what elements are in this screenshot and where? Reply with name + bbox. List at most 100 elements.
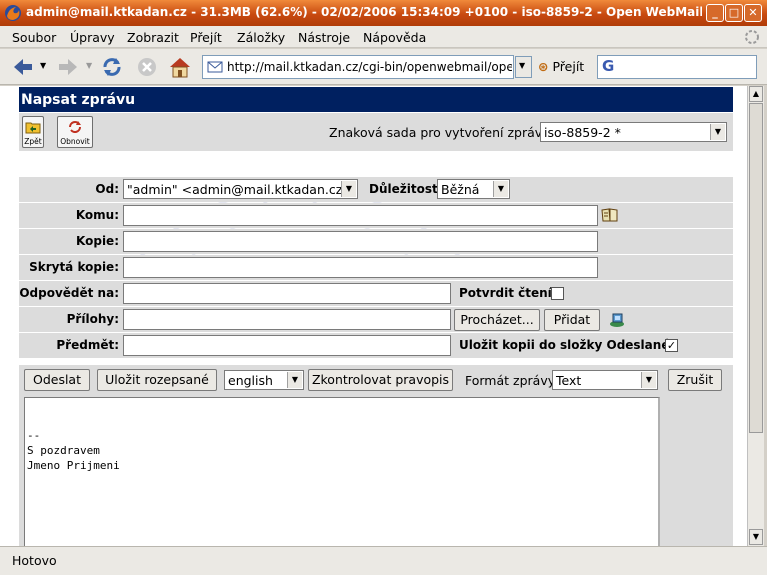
folder-back-icon	[25, 122, 41, 134]
cc-label: Kopie:	[76, 234, 119, 248]
message-body-textarea[interactable]: -- S pozdravem Jmeno Prijmeni	[24, 397, 660, 546]
window-title: admin@mail.ktkadan.cz - 31.3MB (62.6%) -…	[26, 5, 702, 19]
spellcheck-button[interactable]: Zkontrolovat pravopis	[308, 369, 453, 391]
replyto-label: Odpovědět na:	[19, 286, 119, 300]
body-line-name: Jmeno Prijmeni	[27, 459, 120, 472]
forward-arrow-icon[interactable]	[55, 54, 81, 80]
scroll-down-icon[interactable]: ▼	[749, 529, 763, 545]
priority-label: Důležitost:	[369, 182, 443, 196]
page-scrollbar[interactable]: ▲ ▼	[747, 86, 764, 546]
to-input[interactable]	[123, 205, 598, 226]
go-icon: ⊛	[538, 59, 549, 74]
menu-upravy[interactable]: Úpravy	[70, 30, 115, 45]
to-row: Komu:	[19, 203, 733, 228]
back-arrow-icon[interactable]	[10, 54, 36, 80]
replyto-input[interactable]	[123, 283, 451, 304]
minimize-button[interactable]: _	[706, 4, 724, 22]
refresh-tool-button[interactable]: Obnovit	[57, 116, 93, 148]
menu-zobrazit[interactable]: Zobrazit	[127, 30, 179, 45]
window-title-bar: admin@mail.ktkadan.cz - 31.3MB (62.6%) -…	[0, 0, 767, 26]
back-tool-button[interactable]: Zpět	[22, 116, 44, 148]
throbber-icon	[745, 30, 759, 44]
compose-header: Napsat zprávu	[19, 87, 733, 112]
from-select[interactable]: "admin" <admin@mail.ktkadan.cz> ▼	[123, 179, 358, 199]
address-book-icon[interactable]	[601, 207, 619, 223]
replyto-row: Odpovědět na: Potvrdit čtení:	[19, 281, 733, 306]
charset-label: Znaková sada pro vytvoření zprávy:	[329, 125, 553, 140]
go-button[interactable]: ⊛ Přejít	[538, 59, 584, 74]
confirm-read-checkbox[interactable]	[551, 287, 564, 300]
charset-select[interactable]: iso-8859-2 * ▼	[540, 122, 727, 142]
attachments-label: Přílohy:	[66, 312, 119, 326]
confirm-read-label: Potvrdit čtení:	[459, 286, 557, 300]
priority-value: Běžná	[441, 182, 480, 197]
message-body-area: -- S pozdravem Jmeno Prijmeni	[19, 395, 733, 546]
priority-select[interactable]: Běžná ▼	[437, 179, 510, 199]
subject-label: Předmět:	[56, 338, 119, 352]
home-icon[interactable]	[167, 54, 193, 80]
compose-action-bar: Odeslat Uložit rozepsané english ▼ Zkont…	[19, 365, 733, 395]
menu-prejit[interactable]: Přejít	[190, 30, 222, 45]
send-button[interactable]: Odeslat	[24, 369, 90, 391]
cc-input[interactable]	[123, 231, 598, 252]
chevron-down-icon: ▼	[493, 181, 508, 197]
add-attachment-button[interactable]: Přidat	[544, 309, 600, 331]
refresh-icon	[69, 121, 81, 133]
webdisk-icon[interactable]	[608, 311, 626, 329]
format-value: Text	[556, 373, 582, 388]
url-bar[interactable]: http://mail.ktkadan.cz/cgi-bin/openwebma…	[202, 55, 514, 79]
attachment-file-input[interactable]	[123, 309, 451, 330]
menu-napoveda[interactable]: Nápověda	[363, 30, 426, 45]
attachments-row: Přílohy: Procházet... Přidat	[19, 307, 733, 332]
from-label: Od:	[95, 182, 119, 196]
chevron-down-icon: ▼	[519, 61, 526, 70]
page-title: Napsat zprávu	[21, 92, 136, 108]
menu-soubor[interactable]: Soubor	[12, 30, 56, 45]
close-window-button[interactable]: ✕	[744, 4, 762, 22]
bcc-input[interactable]	[123, 257, 598, 278]
subject-row: Předmět: Uložit kopii do složky Odeslané…	[19, 333, 733, 358]
browse-button[interactable]: Procházet...	[454, 309, 540, 331]
to-label: Komu:	[75, 208, 119, 222]
chevron-down-icon: ▼	[341, 181, 356, 197]
save-draft-button[interactable]: Uložit rozepsané	[97, 369, 217, 391]
google-search-icon: G	[602, 57, 615, 75]
url-history-dropdown[interactable]: ▼	[515, 56, 532, 78]
status-text: Hotovo	[12, 553, 57, 568]
firefox-icon	[5, 5, 21, 21]
reload-icon[interactable]	[99, 54, 125, 80]
menu-nastroje[interactable]: Nástroje	[298, 30, 350, 45]
scroll-up-icon[interactable]: ▲	[749, 86, 763, 102]
cc-row: Kopie:	[19, 229, 733, 254]
spell-language-select[interactable]: english ▼	[224, 370, 304, 390]
charset-value: iso-8859-2 *	[544, 125, 621, 140]
chevron-down-icon: ▼	[710, 124, 725, 140]
menu-bar: Soubor Úpravy Zobrazit Přejít Záložky Ná…	[0, 26, 767, 48]
from-value: "admin" <admin@mail.ktkadan.cz>	[127, 182, 353, 197]
spell-language-value: english	[228, 373, 273, 388]
go-label: Přejít	[552, 59, 585, 74]
bcc-row: Skrytá kopie:	[19, 255, 733, 280]
stop-icon[interactable]	[134, 54, 160, 80]
cancel-button[interactable]: Zrušit	[668, 369, 722, 391]
status-bar: Hotovo	[0, 546, 767, 575]
maximize-button[interactable]: □	[725, 4, 743, 22]
search-input[interactable]: G	[597, 55, 757, 79]
subject-input[interactable]	[123, 335, 451, 356]
save-copy-checkbox[interactable]: ✓	[665, 339, 678, 352]
bcc-label: Skrytá kopie:	[29, 260, 119, 274]
page-mail-icon	[207, 61, 223, 73]
body-line-greeting: S pozdravem	[27, 444, 100, 457]
url-text: http://mail.ktkadan.cz/cgi-bin/openwebma…	[227, 60, 512, 74]
forward-dropdown-icon[interactable]: ▼	[86, 61, 92, 70]
back-dropdown-icon[interactable]: ▼	[40, 61, 46, 70]
menu-zalozky[interactable]: Záložky	[237, 30, 285, 45]
chevron-down-icon: ▼	[641, 372, 656, 388]
from-row: Od: "admin" <admin@mail.ktkadan.cz> ▼ Dů…	[19, 177, 733, 202]
save-copy-label: Uložit kopii do složky Odeslané:	[459, 338, 675, 352]
back-tool-label: Zpět	[24, 137, 42, 146]
scrollbar-thumb[interactable]	[749, 103, 763, 433]
format-select[interactable]: Text ▼	[552, 370, 658, 390]
refresh-tool-label: Obnovit	[60, 137, 90, 146]
chevron-down-icon: ▼	[287, 372, 302, 388]
